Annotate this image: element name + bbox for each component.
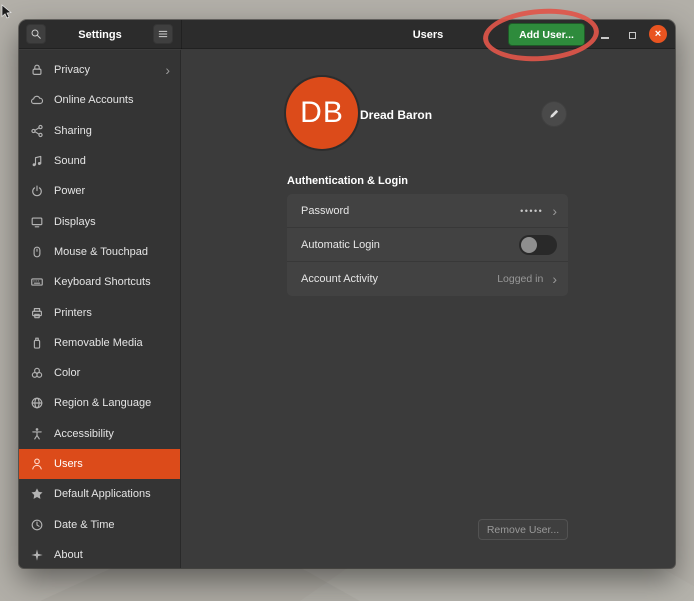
- about-icon: [30, 548, 44, 562]
- users-panel: DB Dread Baron Authentication & Login Pa…: [182, 50, 675, 568]
- clock-icon: [30, 518, 44, 532]
- keyboard-icon: [30, 275, 44, 289]
- sidebar-item-privacy[interactable]: Privacy ›: [19, 55, 180, 85]
- minimize-icon: [601, 37, 609, 39]
- color-icon: [30, 366, 44, 380]
- sidebar-item-removable-media[interactable]: Removable Media: [19, 328, 180, 358]
- sidebar-item-default-applications[interactable]: Default Applications: [19, 479, 180, 509]
- sidebar-item-displays[interactable]: Displays: [19, 206, 180, 236]
- sound-icon: [30, 154, 44, 168]
- printer-icon: [30, 306, 44, 320]
- sidebar-item-mouse-touchpad[interactable]: Mouse & Touchpad: [19, 237, 180, 267]
- hamburger-menu-button[interactable]: [153, 24, 173, 44]
- sidebar-item-printers[interactable]: Printers: [19, 297, 180, 327]
- hamburger-menu-icon: [157, 28, 169, 40]
- row-label: Password: [301, 205, 520, 217]
- removable-media-icon: [30, 336, 44, 350]
- remove-user-button[interactable]: Remove User...: [478, 519, 568, 540]
- row-label: Account Activity: [301, 273, 497, 285]
- sidebar-item-online-accounts[interactable]: Online Accounts: [19, 85, 180, 115]
- sidebar-item-color[interactable]: Color: [19, 358, 180, 388]
- maximize-icon: [629, 32, 636, 39]
- password-dots: •••••: [520, 206, 543, 216]
- users-icon: [30, 457, 44, 471]
- lock-icon: [30, 63, 44, 77]
- mouse-icon: [30, 245, 44, 259]
- chevron-right-icon: ›: [552, 204, 557, 218]
- share-icon: [30, 124, 44, 138]
- power-icon: [30, 184, 44, 198]
- sidebar: Privacy › Online Accounts Sharing Sound …: [19, 50, 181, 568]
- accessibility-icon: [30, 427, 44, 441]
- settings-window: Settings Users Add User... × Privacy › O…: [19, 20, 675, 568]
- maximize-button[interactable]: [624, 27, 640, 43]
- star-icon: [30, 487, 44, 501]
- sidebar-item-date-time[interactable]: Date & Time: [19, 509, 180, 539]
- chevron-right-icon: ›: [165, 63, 170, 77]
- sidebar-item-about[interactable]: About: [19, 540, 180, 568]
- password-row[interactable]: Password ••••• ›: [287, 194, 568, 228]
- section-title: Authentication & Login: [287, 175, 408, 187]
- sidebar-item-keyboard-shortcuts[interactable]: Keyboard Shortcuts: [19, 267, 180, 297]
- mouse-cursor: [0, 4, 16, 20]
- account-activity-value: Logged in: [497, 273, 543, 285]
- user-display-name: Dread Baron: [360, 108, 432, 122]
- titlebar-separator: [181, 20, 182, 49]
- toggle-knob: [521, 237, 537, 253]
- cloud-icon: [30, 93, 44, 107]
- automatic-login-row[interactable]: Automatic Login: [287, 228, 568, 262]
- edit-name-button[interactable]: [541, 101, 567, 127]
- row-label: Automatic Login: [301, 239, 519, 251]
- account-activity-row[interactable]: Account Activity Logged in ›: [287, 262, 568, 296]
- titlebar: Settings Users Add User... ×: [19, 20, 675, 49]
- sidebar-item-users[interactable]: Users: [19, 449, 180, 479]
- sidebar-item-power[interactable]: Power: [19, 176, 180, 206]
- avatar[interactable]: DB: [286, 77, 358, 149]
- globe-icon: [30, 396, 44, 410]
- display-icon: [30, 215, 44, 229]
- close-button[interactable]: ×: [649, 25, 667, 43]
- sidebar-item-accessibility[interactable]: Accessibility: [19, 419, 180, 449]
- add-user-button[interactable]: Add User...: [508, 23, 585, 46]
- chevron-right-icon: ›: [552, 272, 557, 286]
- sidebar-item-sharing[interactable]: Sharing: [19, 116, 180, 146]
- sidebar-item-region-language[interactable]: Region & Language: [19, 388, 180, 418]
- close-icon: ×: [655, 29, 661, 40]
- authentication-group: Password ••••• › Automatic Login Account…: [287, 194, 568, 296]
- automatic-login-toggle[interactable]: [519, 235, 557, 255]
- sidebar-item-sound[interactable]: Sound: [19, 146, 180, 176]
- minimize-button[interactable]: [597, 27, 613, 43]
- pencil-icon: [548, 108, 560, 120]
